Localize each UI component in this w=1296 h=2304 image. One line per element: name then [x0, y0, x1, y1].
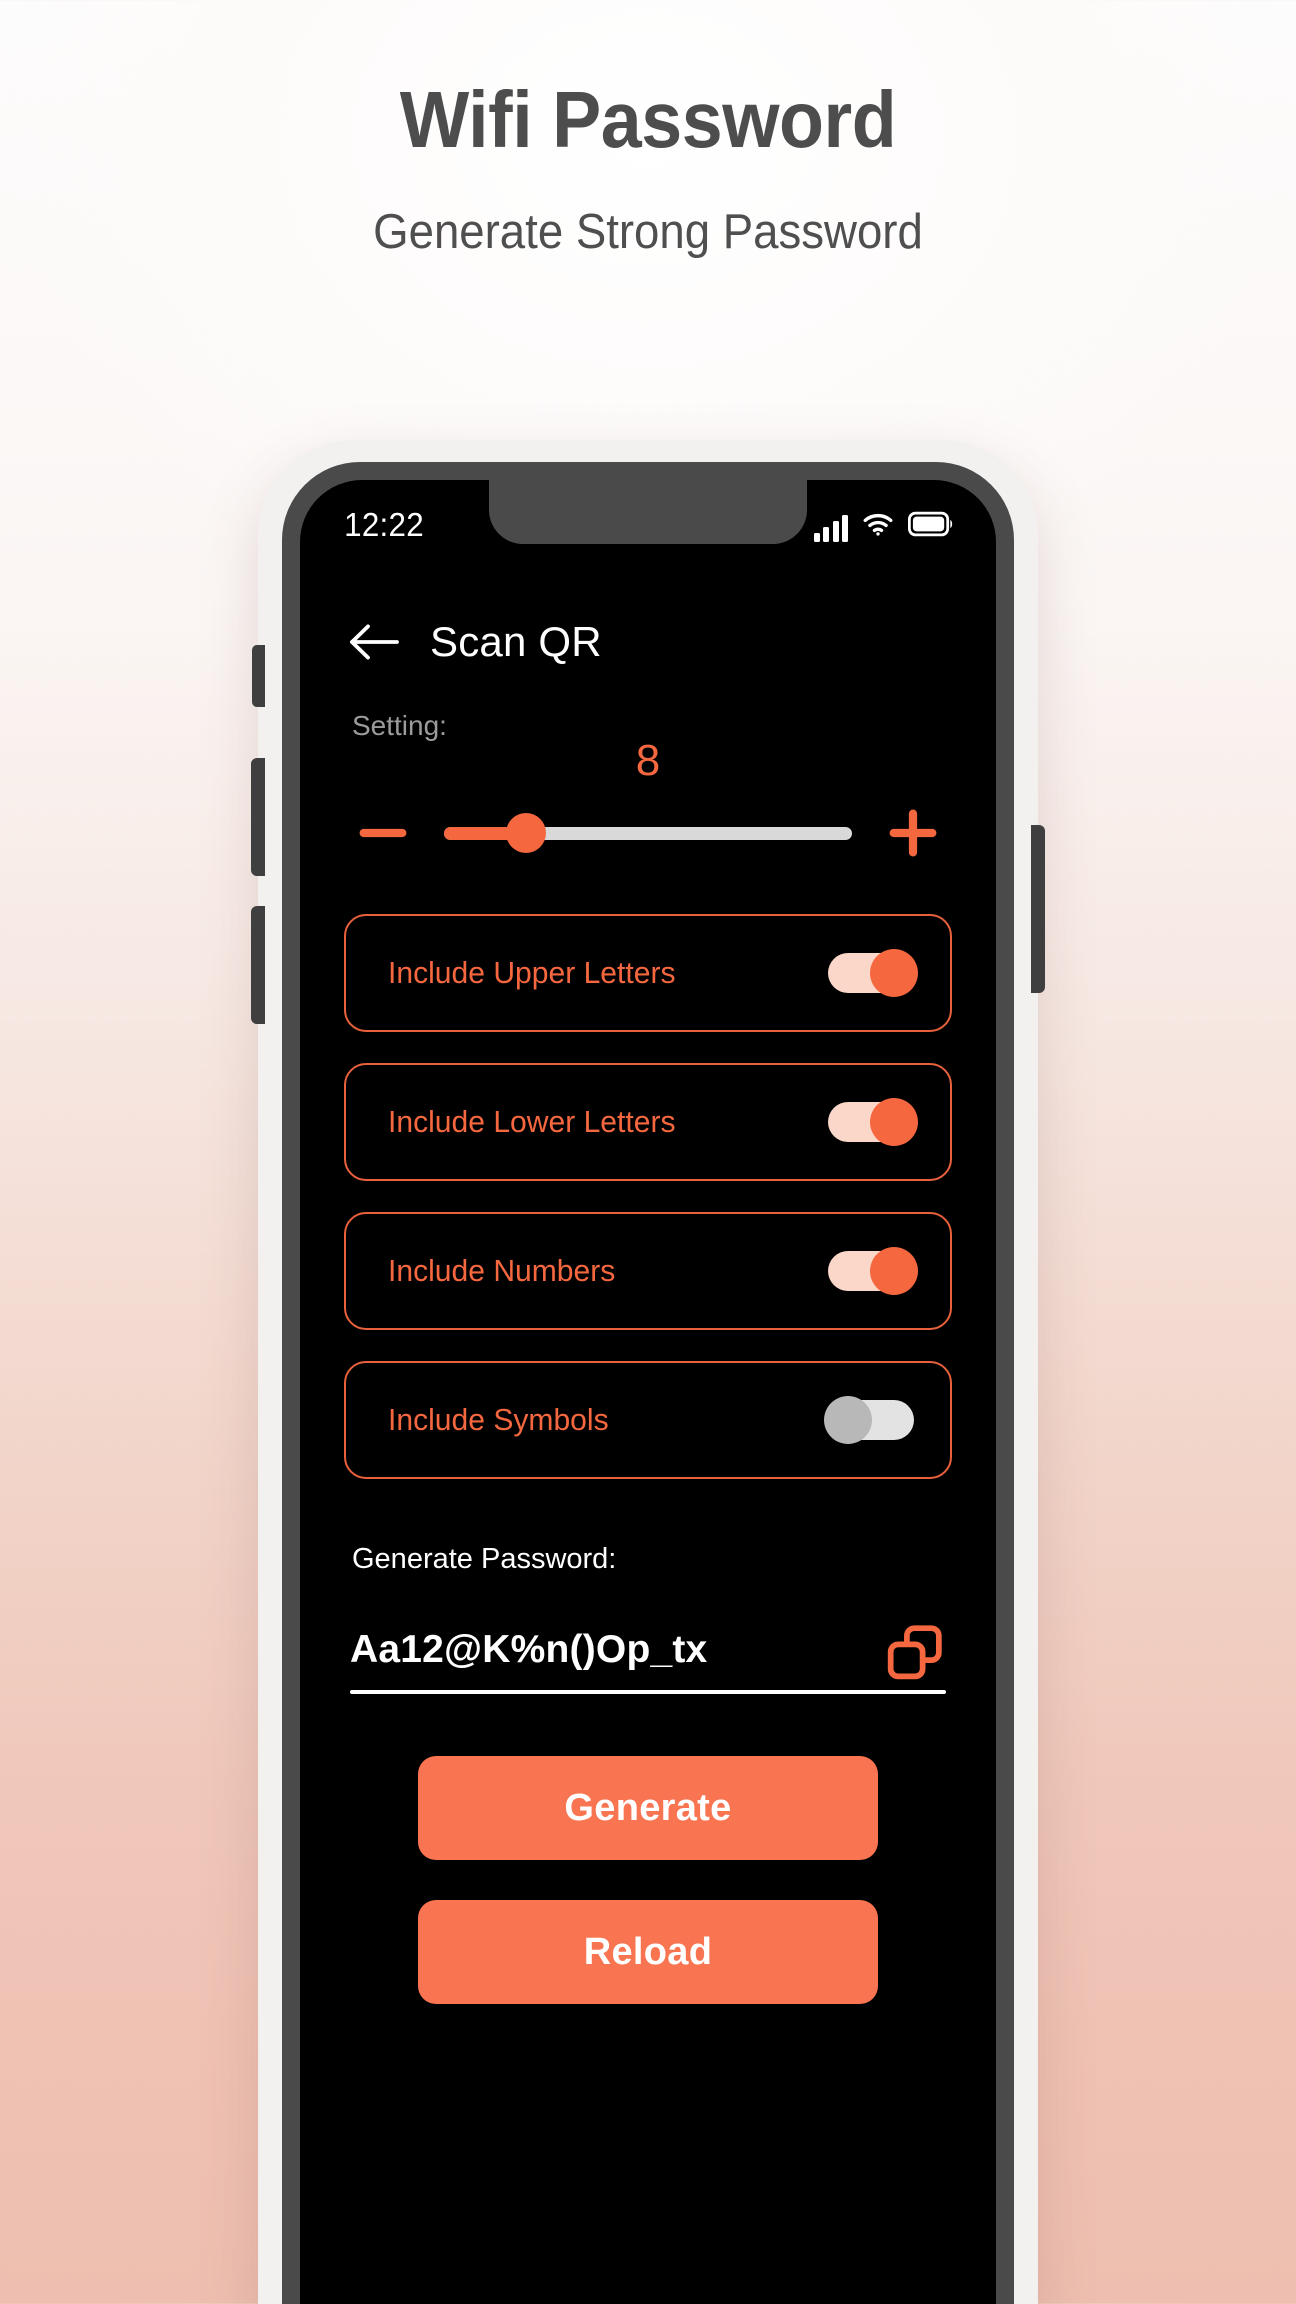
generated-password-label: Generate Password:: [352, 1543, 617, 1575]
toggle-symbols[interactable]: [824, 1396, 914, 1444]
option-label: Include Lower Letters: [388, 1104, 676, 1139]
option-label: Include Upper Letters: [388, 955, 676, 990]
options-list: Include Upper Letters Include Lower Lett…: [300, 872, 996, 1479]
minus-icon[interactable]: [344, 794, 422, 872]
app-navbar: Scan QR: [300, 566, 996, 666]
toggle-lower-letters[interactable]: [828, 1098, 918, 1146]
plus-icon[interactable]: [874, 794, 952, 872]
option-row-symbols[interactable]: Include Symbols: [344, 1361, 952, 1479]
wifi-icon: [861, 511, 895, 542]
cellular-signal-icon: [813, 515, 848, 542]
status-icons: [813, 508, 955, 542]
volume-down-button[interactable]: [251, 906, 265, 1024]
setting-label: Setting:: [352, 710, 447, 741]
reload-button[interactable]: Reload: [418, 1900, 878, 2004]
option-row-upper-letters[interactable]: Include Upper Letters: [344, 914, 952, 1032]
phone-mockup: 12:22 Scan QR Setting: 8 Include Upper L…: [251, 440, 1045, 2304]
copy-icon[interactable]: [884, 1622, 946, 1684]
phone-screen: 12:22 Scan QR Setting: 8 Include Upper L…: [300, 480, 996, 2304]
back-arrow-icon[interactable]: [348, 622, 400, 662]
toggle-upper-letters[interactable]: [828, 949, 918, 997]
status-time: 12:22: [344, 506, 424, 543]
silent-switch-button[interactable]: [252, 645, 265, 707]
option-label: Include Symbols: [388, 1402, 609, 1437]
action-buttons: Generate Reload: [300, 1694, 996, 2004]
notch: [489, 480, 807, 544]
page-subtitle: Generate Strong Password: [373, 205, 923, 259]
generated-password-field[interactable]: Aa12@K%n()Op_tx: [350, 1622, 946, 1690]
generate-button[interactable]: Generate: [418, 1756, 878, 1860]
option-label: Include Numbers: [388, 1253, 616, 1288]
slider-thumb[interactable]: [505, 813, 546, 853]
length-slider-row: [300, 786, 996, 872]
phone-bezel: 12:22 Scan QR Setting: 8 Include Upper L…: [282, 462, 1014, 2304]
page-title: Wifi Password: [399, 75, 897, 164]
nav-title: Scan QR: [430, 618, 602, 665]
app-content: Scan QR Setting: 8 Include Upper Letters…: [300, 566, 996, 2004]
battery-full-icon: [907, 511, 954, 542]
option-row-numbers[interactable]: Include Numbers: [344, 1212, 952, 1330]
page-headings: Wifi Password Generate Strong Password: [0, 0, 1296, 260]
power-button[interactable]: [1031, 825, 1045, 993]
volume-up-button[interactable]: [251, 758, 265, 876]
toggle-numbers[interactable]: [828, 1247, 918, 1295]
length-value: 8: [635, 736, 661, 785]
option-row-lower-letters[interactable]: Include Lower Letters: [344, 1063, 952, 1181]
slider-track: [444, 813, 852, 853]
status-bar: 12:22: [300, 480, 996, 566]
generated-password-value: Aa12@K%n()Op_tx: [350, 1628, 708, 1671]
length-slider[interactable]: [422, 794, 874, 872]
